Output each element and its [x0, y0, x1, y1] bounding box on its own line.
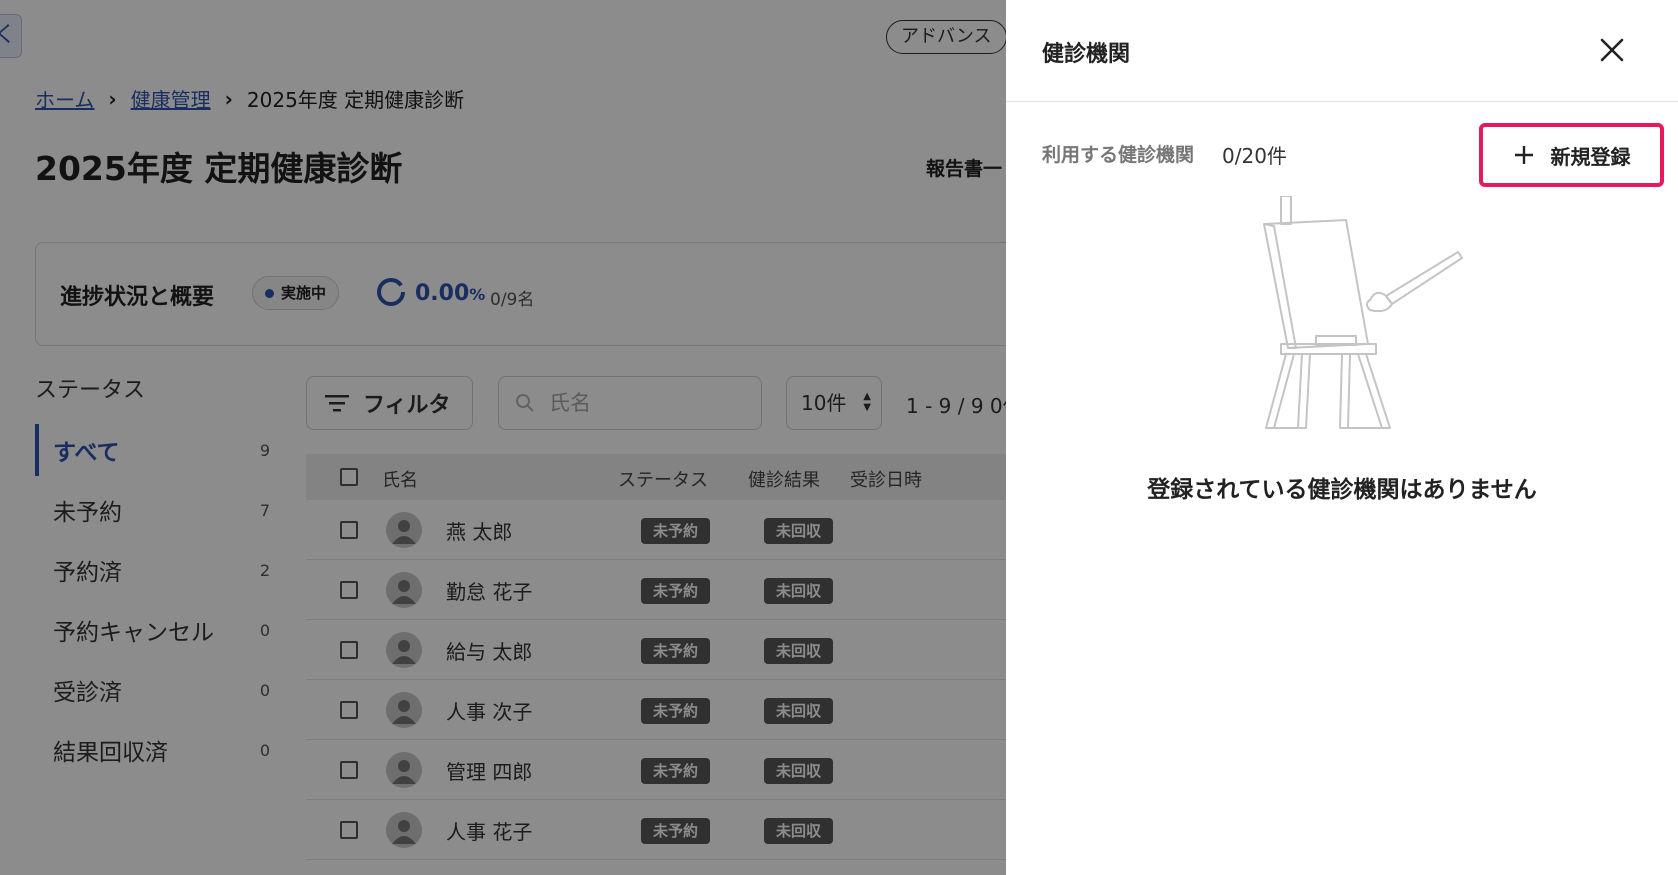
- new-registration-label: 新規登録: [1550, 144, 1631, 169]
- drawer-title: 健診機関: [1042, 42, 1131, 67]
- easel-illustration: [1263, 196, 1463, 429]
- close-icon[interactable]: [1596, 34, 1628, 66]
- modal-backdrop[interactable]: [0, 0, 1006, 875]
- usage-count: 0/20件: [1222, 144, 1287, 168]
- usage-label: 利用する健診機関: [1042, 144, 1195, 166]
- new-registration-button[interactable]: 新規登録: [1484, 128, 1659, 182]
- institution-drawer: 健診機関 利用する健診機関 0/20件 新規登録 登録されている健診機関はありま…: [1006, 0, 1678, 875]
- background-page: く アドバンス ホーム › 健康管理 › 2025年度 定期健康診断 2025年…: [0, 0, 1006, 875]
- plus-icon: [1514, 146, 1533, 164]
- drawer-header: 健診機関: [1006, 0, 1678, 102]
- empty-message: 登録されている健診機関はありません: [1147, 477, 1537, 503]
